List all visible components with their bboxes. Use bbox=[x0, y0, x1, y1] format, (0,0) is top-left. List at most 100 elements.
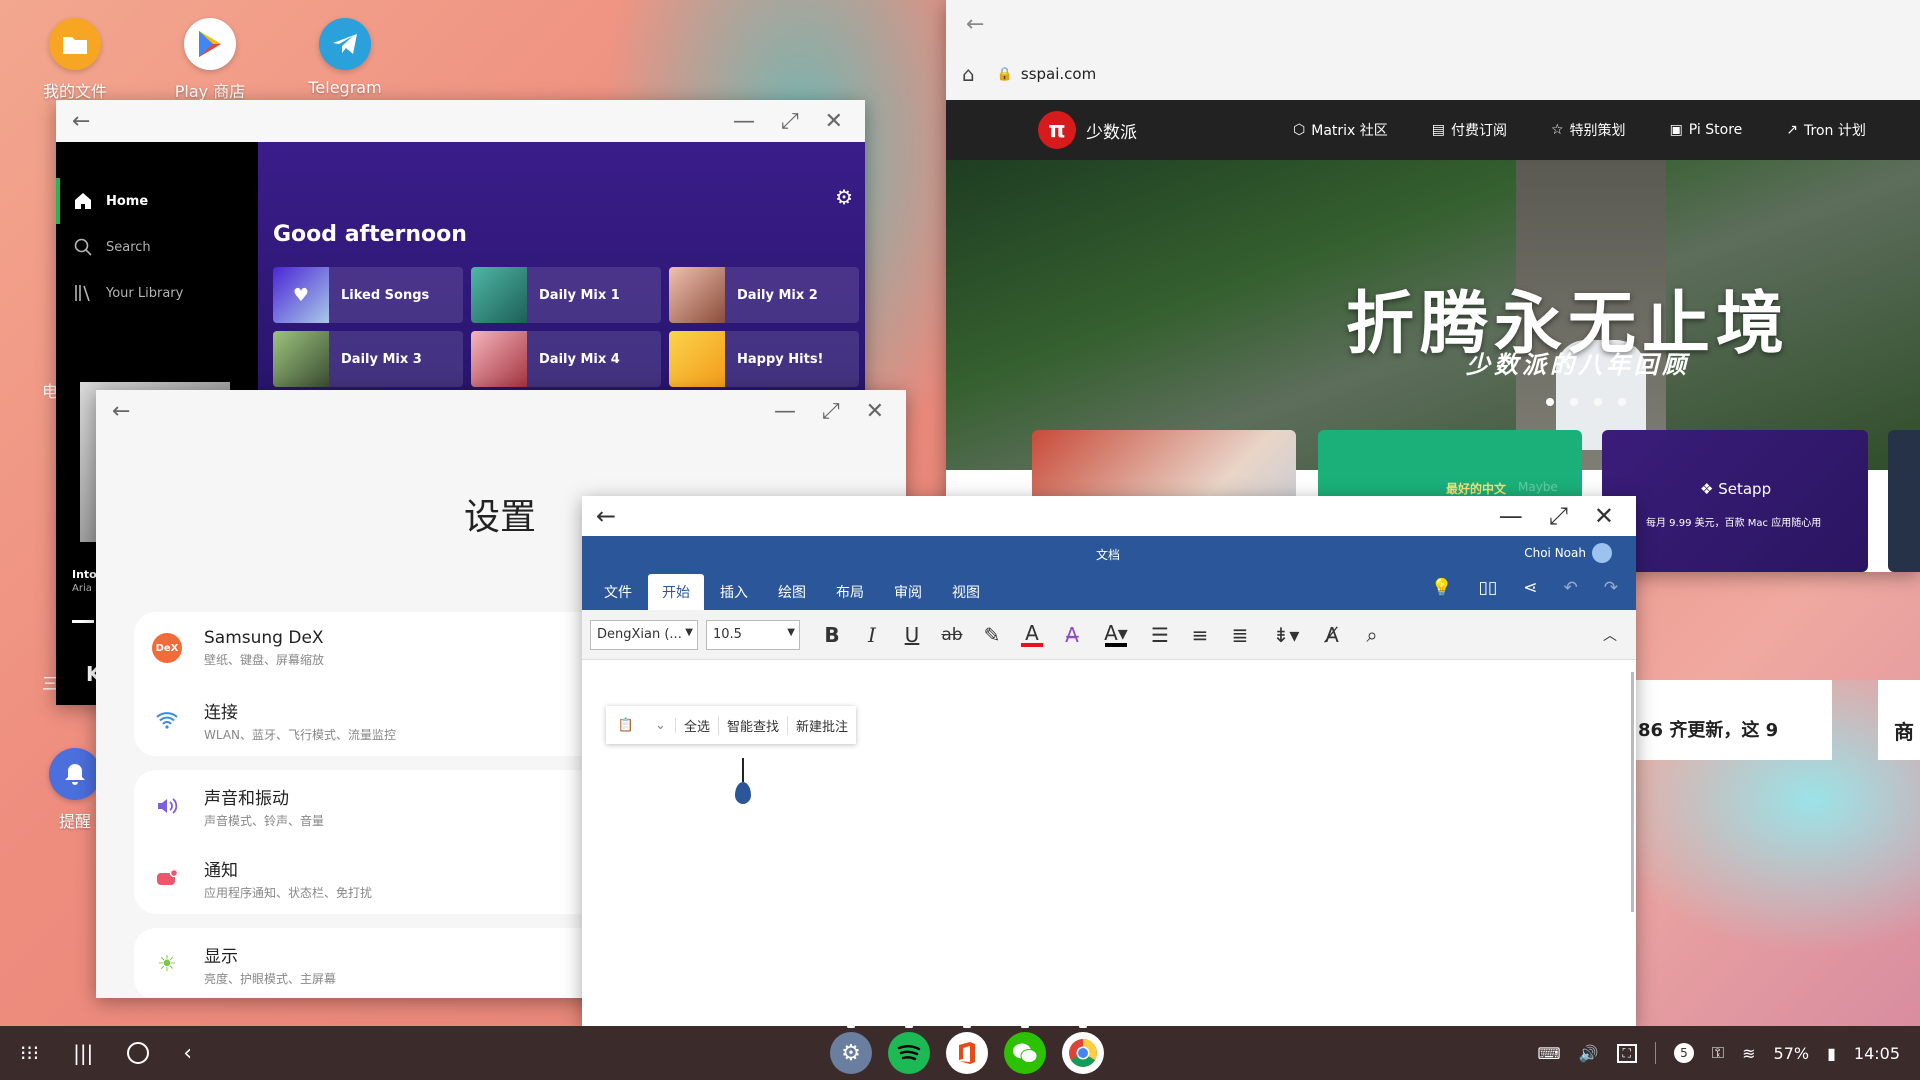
playlist-card[interactable]: Daily Mix 3 bbox=[273, 331, 463, 387]
back-arrow-icon[interactable]: ← bbox=[72, 109, 102, 134]
desktop-icon-telegram[interactable]: Telegram bbox=[280, 0, 410, 97]
playlist-card[interactable]: Happy Hits! bbox=[669, 331, 859, 387]
site-nav-item[interactable]: ↗ Tron 计划 bbox=[1786, 120, 1866, 140]
styles-icon[interactable]: A̸ bbox=[1312, 615, 1352, 655]
desktop-icon-my-files[interactable]: 我的文件 bbox=[10, 0, 140, 102]
home-icon[interactable]: ⌂ bbox=[962, 62, 975, 86]
sidebar-item-search[interactable]: Search bbox=[56, 224, 258, 270]
paragraph-spacing-icon[interactable]: ⇟▾ bbox=[1260, 615, 1312, 655]
collapse-ribbon-icon[interactable]: ︿ bbox=[1590, 615, 1630, 655]
home-button-icon[interactable] bbox=[127, 1042, 150, 1064]
tab-draw[interactable]: 绘图 bbox=[764, 574, 820, 610]
keyboard-icon[interactable]: ⌨ bbox=[1538, 1044, 1561, 1063]
bullets-icon[interactable]: ☰ bbox=[1140, 615, 1180, 655]
text-color-button[interactable]: A▾ bbox=[1092, 615, 1140, 655]
desktop-icon-play-store[interactable]: Play 商店 bbox=[145, 0, 275, 102]
article-card-partial[interactable]: 商 bbox=[1878, 680, 1920, 760]
highlighter-icon[interactable]: ✎ bbox=[972, 615, 1012, 655]
user-name[interactable]: Choi Noah bbox=[1524, 546, 1586, 560]
progress-bar[interactable] bbox=[72, 620, 94, 623]
context-smart-lookup[interactable]: 智能查找 bbox=[719, 715, 789, 735]
spotify-app-icon[interactable] bbox=[888, 1025, 930, 1074]
close-icon[interactable]: ✕ bbox=[866, 399, 884, 424]
site-brand[interactable]: 少数派 bbox=[1086, 118, 1137, 143]
promo-card-setapp[interactable]: ❖ Setapp 每月 9.99 美元，百款 Mac 应用随心用 bbox=[1602, 430, 1868, 572]
document-canvas[interactable]: 📋 ⌄ 全选 智能查找 新建批注 bbox=[582, 660, 1636, 1026]
chevron-down-icon[interactable]: ⌄ bbox=[646, 717, 676, 733]
back-arrow-icon[interactable]: ← bbox=[112, 399, 142, 424]
sspai-logo[interactable]: π bbox=[1038, 111, 1076, 149]
sidebar-item-home[interactable]: Home bbox=[56, 178, 258, 224]
notification-badge[interactable]: 5 bbox=[1673, 1043, 1694, 1063]
tab-layout[interactable]: 布局 bbox=[822, 574, 878, 610]
strikethrough-button[interactable]: ab bbox=[932, 615, 972, 655]
url-field[interactable]: sspai.com bbox=[1021, 65, 1096, 83]
minimize-icon[interactable]: — bbox=[733, 109, 755, 134]
close-icon[interactable]: ✕ bbox=[825, 109, 843, 134]
close-icon[interactable]: ✕ bbox=[1594, 502, 1614, 530]
office-app-icon[interactable] bbox=[946, 1025, 988, 1074]
playlist-card[interactable]: Daily Mix 2 bbox=[669, 267, 859, 323]
article-card[interactable]: 86 齐更新，这 9 bbox=[1632, 680, 1832, 760]
minimize-icon[interactable]: — bbox=[774, 399, 796, 424]
maximize-icon[interactable]: ⤢ bbox=[1549, 502, 1568, 530]
site-nav-item[interactable]: ▤ 付费订阅 bbox=[1432, 120, 1507, 140]
playlist-card[interactable]: Daily Mix 4 bbox=[471, 331, 661, 387]
promo-card-partial[interactable] bbox=[1888, 430, 1920, 572]
align-left-icon[interactable]: ≣ bbox=[1220, 615, 1260, 655]
wechat-app-icon[interactable] bbox=[1004, 1025, 1046, 1074]
tab-review[interactable]: 审阅 bbox=[880, 574, 936, 610]
play-store-icon bbox=[184, 18, 236, 70]
back-arrow-icon[interactable]: ← bbox=[596, 502, 626, 530]
back-arrow-icon[interactable]: ← bbox=[966, 12, 984, 37]
italic-button[interactable]: I bbox=[852, 615, 892, 655]
redo-icon[interactable]: ↷ bbox=[1604, 578, 1618, 598]
tab-view[interactable]: 视图 bbox=[938, 574, 994, 610]
context-new-comment[interactable]: 新建批注 bbox=[788, 716, 856, 735]
hero-banner[interactable]: 折腾永无止境 少数派的八年回顾 bbox=[946, 160, 1920, 470]
playlist-art bbox=[669, 331, 725, 387]
tab-file[interactable]: 文件 bbox=[590, 574, 646, 610]
font-color-button[interactable]: A bbox=[1012, 615, 1052, 655]
font-name-select[interactable]: DengXian (... ▼ bbox=[590, 619, 698, 650]
clock[interactable]: 14:05 bbox=[1854, 1044, 1900, 1063]
heart-icon: ♥ bbox=[273, 267, 329, 323]
volume-icon[interactable]: 🔊 bbox=[1579, 1044, 1599, 1063]
chrome-app-icon[interactable] bbox=[1062, 1025, 1104, 1074]
site-nav-item[interactable]: ⬡ Matrix 社区 bbox=[1293, 120, 1388, 140]
find-icon[interactable]: ⌕ bbox=[1352, 615, 1392, 655]
scrollbar[interactable] bbox=[1631, 672, 1634, 912]
wifi-icon[interactable]: ≋ bbox=[1742, 1044, 1755, 1063]
site-nav-item[interactable]: ☆ 特别策划 bbox=[1551, 120, 1626, 140]
playlist-card[interactable]: ♥ Liked Songs bbox=[273, 267, 463, 323]
tab-home[interactable]: 开始 bbox=[648, 574, 704, 610]
avatar[interactable] bbox=[1592, 543, 1612, 563]
site-nav-item[interactable]: ▣ Pi Store bbox=[1670, 122, 1743, 138]
paste-icon[interactable]: 📋 bbox=[606, 718, 646, 733]
tab-insert[interactable]: 插入 bbox=[706, 574, 762, 610]
playlist-card[interactable]: Daily Mix 1 bbox=[471, 267, 661, 323]
maximize-icon[interactable]: ⤢ bbox=[822, 399, 840, 424]
read-mode-icon[interactable]: ▯▯ bbox=[1479, 578, 1498, 598]
bold-button[interactable]: B bbox=[812, 615, 852, 655]
maximize-icon[interactable]: ⤢ bbox=[781, 109, 799, 134]
gear-icon[interactable]: ⚙ bbox=[835, 185, 853, 209]
sidebar-item-library[interactable]: Your Library bbox=[56, 270, 258, 316]
settings-app-icon[interactable]: ⚙ bbox=[830, 1025, 872, 1074]
context-select-all[interactable]: 全选 bbox=[676, 715, 720, 735]
app-grid-icon[interactable]: ⁝⁝⁝ bbox=[20, 1041, 39, 1065]
carousel-dots[interactable] bbox=[1546, 398, 1626, 406]
underline-button[interactable]: U bbox=[892, 615, 932, 655]
cursor-handle[interactable] bbox=[735, 782, 751, 804]
recent-apps-icon[interactable]: ||| bbox=[73, 1041, 93, 1065]
font-size-select[interactable]: 10.5 ▼ bbox=[706, 619, 800, 650]
share-icon[interactable]: ⋖ bbox=[1523, 578, 1537, 598]
back-nav-icon[interactable]: ‹ bbox=[183, 1041, 192, 1066]
screenshot-icon[interactable]: ⛶ bbox=[1616, 1043, 1637, 1063]
numbering-icon[interactable]: ≡ bbox=[1180, 615, 1220, 655]
lightbulb-icon[interactable]: 💡 bbox=[1431, 578, 1452, 598]
settings-item-title: Samsung DeX bbox=[204, 628, 324, 648]
clear-format-icon[interactable]: A̶ bbox=[1052, 615, 1092, 655]
minimize-icon[interactable]: — bbox=[1499, 502, 1523, 530]
undo-icon[interactable]: ↶ bbox=[1564, 578, 1578, 598]
